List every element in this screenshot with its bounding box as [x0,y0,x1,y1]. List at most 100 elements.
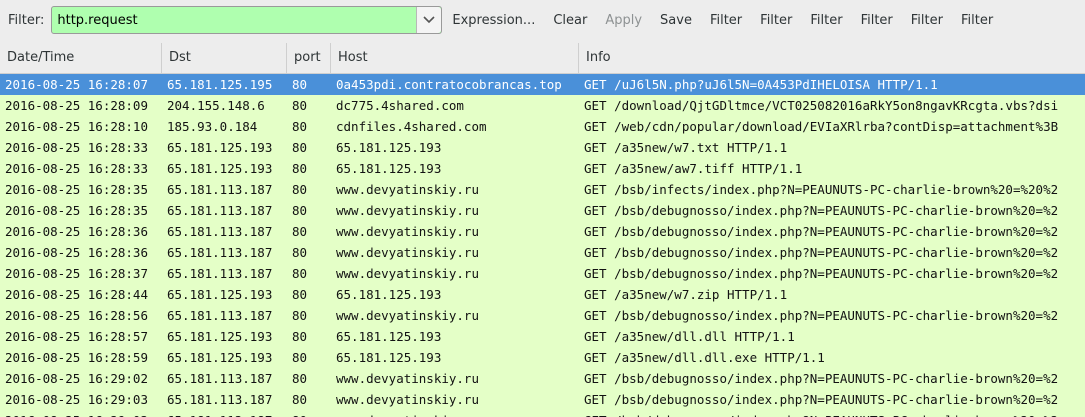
table-row[interactable]: 2016-08-25 16:28:36 65.181.113.187 80 www.d… [0,221,1085,242]
cell-host: 65.181.125.193 [336,140,442,155]
clear-button[interactable]: Clear [551,13,589,28]
cell-port: 80 [292,98,308,113]
filter-button-4[interactable]: Filter [859,13,895,28]
cell-host: www.devyatinskiy.ru [336,245,479,260]
cell-dst: 65.181.113.187 [162,410,287,417]
cell-datetime: 2016-08-25 16:28:44 [5,287,148,302]
column-header-datetime[interactable]: Date/Time [0,43,162,73]
cell-info: GET /a35new/dll.dll HTTP/1.1 [584,329,795,344]
cell-info: GET /bsb/debugnosso/index.php?N=PEAUNUTS… [584,203,1059,218]
cell-port: 80 [292,203,308,218]
cell-datetime: 2016-08-25 16:28:10 [5,119,148,134]
cell-datetime: 2016-08-25 16:28:37 [5,266,148,281]
cell-dst: 65.181.125.193 [167,161,273,176]
cell-dst: 65.181.113.187 [167,224,273,239]
table-row[interactable]: 2016-08-25 16:28:33 65.181.125.193 80 65.18… [0,137,1085,158]
cell-host: cdnfiles.4shared.com [336,119,487,134]
save-button[interactable]: Save [658,13,694,28]
filter-button-1[interactable]: Filter [708,13,744,28]
cell-port: 80 [292,329,308,344]
cell-host: 65.181.125.193 [336,287,442,302]
cell-datetime: 2016-08-25 16:28:09 [5,98,148,113]
table-row[interactable]: 2016-08-25 16:28:35 65.181.113.187 80 www.d… [0,200,1085,221]
filter-input[interactable] [52,6,417,34]
cell-port: 80 [292,350,308,365]
cell-port: 80 [292,392,308,407]
table-row[interactable]: 2016-08-25 16:29:02 65.181.113.187 80 www.d… [0,368,1085,389]
cell-port: 80 [292,308,308,323]
column-header-dst[interactable]: Dst [162,43,287,73]
cell-host: 65.181.125.193 [336,161,442,176]
table-row[interactable]: 2016-08-25 16:28:37 65.181.113.187 80 www.d… [0,263,1085,284]
display-filter-toolbar: Filter: Expression... Clear Apply Save F… [0,0,1085,40]
cell-info: GET /bsb/debugnosso/index.php?N=PEAUNUTS… [584,266,1059,281]
expression-button[interactable]: Expression... [450,13,537,28]
table-row[interactable]: 2016-08-25 16:28:59 65.181.125.193 80 65.18… [0,347,1085,368]
packet-list[interactable]: Date/Time Dst port Host Info 2016-08-25 … [0,43,1085,417]
packet-rows: 2016-08-25 16:28:07 65.181.125.195 80 0a453… [0,74,1085,417]
cell-datetime: 2016-08-25 16:28:56 [5,308,148,323]
cell-datetime: 2016-08-25 16:28:07 [5,77,148,92]
table-row[interactable]: 2016-08-25 16:28:35 65.181.113.187 80 www.d… [0,179,1085,200]
filter-dropdown-button[interactable] [416,7,442,33]
filter-button-2[interactable]: Filter [758,13,794,28]
cell-info: GET /web/cdn/popular/download/EVIaXRlrba… [584,119,1059,134]
cell-host: www.devyatinskiy.ru [336,308,479,323]
cell-dst: 65.181.113.187 [167,308,273,323]
cell-info: GET /uJ6l5N.php?uJ6l5N=0A453PdIHELOISA H… [584,77,938,92]
table-row[interactable]: 2016-08-25 16:28:36 65.181.113.187 80 www.d… [0,242,1085,263]
cell-datetime: 2016-08-25 16:28:35 [5,203,148,218]
filter-button-5[interactable]: Filter [909,13,945,28]
cell-dst: 204.155.148.6 [167,98,265,113]
cell-datetime: 2016-08-25 16:28:33 [5,140,148,155]
cell-info: GET /bsb/debugnosso/index.php?N=PEAUNUTS… [584,245,1059,260]
cell-port: 80 [292,182,308,197]
column-header-host[interactable]: Host [331,43,579,73]
cell-host: www.devyatinskiy.ru [331,410,579,417]
table-row[interactable]: 2016-08-25 16:28:56 65.181.113.187 80 www.d… [0,305,1085,326]
filter-label: Filter: [8,12,45,28]
cell-datetime: 2016-08-25 16:28:36 [5,224,148,239]
cell-datetime: 2016-08-25 16:29:03 [0,410,162,417]
cell-dst: 65.181.113.187 [167,245,273,260]
cell-dst: 65.181.125.193 [167,329,273,344]
cell-datetime: 2016-08-25 16:28:57 [5,329,148,344]
cell-info: GET /a35new/dll.dll.exe HTTP/1.1 [584,350,825,365]
table-row[interactable]: 2016-08-25 16:28:09 204.155.148.6 80 dc775.… [0,95,1085,116]
cell-port: 80 [292,266,308,281]
packet-list-header: Date/Time Dst port Host Info [0,43,1085,74]
filter-button-6[interactable]: Filter [959,13,995,28]
table-row[interactable]: 2016-08-25 16:28:33 65.181.125.193 80 65.18… [0,158,1085,179]
filter-button-3[interactable]: Filter [808,13,844,28]
filter-combobox[interactable] [51,6,443,34]
cell-dst: 65.181.125.193 [167,287,273,302]
cell-info: GET /a35new/w7.zip HTTP/1.1 [584,287,788,302]
cell-dst: 65.181.113.187 [167,371,273,386]
cell-dst: 65.181.113.187 [167,266,273,281]
cell-dst: 65.181.125.193 [167,350,273,365]
cell-datetime: 2016-08-25 16:28:59 [5,350,148,365]
cell-info: GET /a35new/w7.txt HTTP/1.1 [584,140,788,155]
table-row[interactable]: 2016-08-25 16:28:07 65.181.125.195 80 0a453… [0,74,1085,95]
cell-port: 80 [292,371,308,386]
cell-host: www.devyatinskiy.ru [336,266,479,281]
cell-dst: 65.181.113.187 [167,392,273,407]
table-row[interactable]: 2016-08-25 16:28:10 185.93.0.184 80 cdnfile… [0,116,1085,137]
cell-dst: 65.181.113.187 [167,203,273,218]
cell-info: GET /bsb/debugnosso/index.php?N=PEAUNUTS… [584,224,1059,239]
cell-datetime: 2016-08-25 16:28:33 [5,161,148,176]
cell-host: www.devyatinskiy.ru [336,392,479,407]
cell-dst: 65.181.125.193 [167,140,273,155]
apply-button[interactable]: Apply [603,13,644,28]
table-row[interactable]: 2016-08-25 16:29:03 65.181.113.187 80 www.d… [0,389,1085,410]
cell-datetime: 2016-08-25 16:29:03 [5,392,148,407]
table-row[interactable]: 2016-08-25 16:28:44 65.181.125.193 80 65.18… [0,284,1085,305]
cell-dst: 65.181.113.187 [167,182,273,197]
column-header-port[interactable]: port [287,43,331,73]
table-row[interactable]: 2016-08-25 16:29:0365.181.113.18780www.d… [0,410,1085,417]
cell-port: 80 [292,245,308,260]
column-header-info[interactable]: Info [579,43,1085,73]
cell-host: www.devyatinskiy.ru [336,182,479,197]
cell-port: 80 [292,287,308,302]
table-row[interactable]: 2016-08-25 16:28:57 65.181.125.193 80 65.18… [0,326,1085,347]
